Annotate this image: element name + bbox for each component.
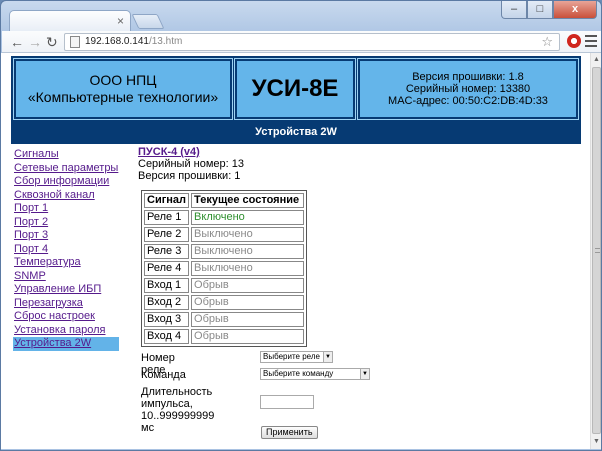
signal-name: Вход 1 — [144, 278, 190, 293]
signal-state: Обрыв — [191, 312, 305, 327]
column-header-state: Текущее состояние — [191, 193, 305, 208]
sidebar-nav: Сигналы Сетевые параметры Сбор информации С… — [13, 148, 119, 351]
new-tab-button[interactable] — [131, 14, 165, 29]
signal-state: Обрыв — [191, 329, 305, 344]
serial-number: Серийный номер: 13380 — [405, 83, 531, 95]
table-row: Вход 1 Обрыв — [144, 278, 305, 293]
device-title-link[interactable]: ПУСК-4 (v4) — [138, 146, 244, 158]
pulse-duration-label: Длительность импульса, 10..999999999 мс — [141, 386, 215, 434]
command-label: Команда — [141, 369, 186, 381]
bookmark-star-icon[interactable]: ☆ — [541, 34, 553, 50]
signals-table: Сигнал Текущее состояние Реле 1 Включено Р… — [141, 190, 308, 347]
forward-arrow-icon[interactable]: → — [28, 33, 42, 51]
sidebar-item[interactable]: SNMP — [13, 270, 119, 284]
sidebar-item[interactable]: Сигналы — [13, 148, 119, 162]
table-row: Реле 2 Выключено — [144, 227, 305, 242]
sidebar-item[interactable]: Сброс настроек — [13, 310, 119, 324]
back-arrow-icon[interactable]: ← — [10, 33, 24, 51]
device-model: УСИ-8Е — [234, 58, 356, 120]
sidebar-item[interactable]: Сквозной канал — [13, 189, 119, 203]
sidebar-item[interactable]: Сетевые параметры — [13, 162, 119, 176]
sidebar-item[interactable]: Температура — [13, 256, 119, 270]
signal-name: Реле 2 — [144, 227, 190, 242]
url-text: 192.168.0.141/13.htm — [85, 36, 183, 47]
chevron-down-icon: ▼ — [323, 352, 332, 362]
pulse-duration-input[interactable] — [260, 395, 314, 409]
command-select[interactable]: Выберите команду ▼ — [260, 368, 370, 380]
signal-name: Реле 3 — [144, 244, 190, 259]
company-cell: ООО НПЦ «Компьютерные технологии» — [13, 58, 233, 120]
sidebar-item[interactable]: Перезагрузка — [13, 297, 119, 311]
signal-state: Выключено — [191, 227, 305, 242]
apply-button[interactable]: Применить — [261, 426, 318, 439]
signal-name: Вход 2 — [144, 295, 190, 310]
section-title: Устройства 2W — [255, 126, 337, 138]
signal-state: Выключено — [191, 261, 305, 276]
reload-icon[interactable]: ↻ — [46, 33, 58, 51]
signal-name: Вход 3 — [144, 312, 190, 327]
address-bar[interactable]: 192.168.0.141/13.htm ☆ — [64, 33, 560, 51]
table-row: Вход 3 Обрыв — [144, 312, 305, 327]
mac-address: MAC-адрес: 00:50:C2:DB:4D:33 — [388, 95, 548, 107]
extension-icon[interactable] — [567, 34, 581, 48]
signal-name: Реле 1 — [144, 210, 190, 225]
device-firmware: Версия прошивки: 1 — [138, 170, 241, 182]
firmware-version: Версия прошивки: 1.8 — [412, 71, 524, 83]
company-line1: ООО НПЦ — [89, 72, 157, 88]
table-row: Вход 4 Обрыв — [144, 329, 305, 344]
device-info-cell: Версия прошивки: 1.8 Серийный номер: 133… — [357, 58, 579, 120]
table-row: Реле 3 Выключено — [144, 244, 305, 259]
page-icon — [70, 36, 80, 48]
close-button[interactable]: x — [553, 1, 597, 19]
scroll-up-icon[interactable]: ▲ — [592, 55, 601, 64]
table-row: Реле 1 Включено — [144, 210, 305, 225]
window-controls: – □ x — [501, 1, 597, 19]
scroll-down-icon[interactable]: ▼ — [592, 437, 601, 446]
browser-toolbar: ← → ↻ 192.168.0.141/13.htm ☆ — [2, 31, 601, 53]
sidebar-item[interactable]: Сбор информации — [13, 175, 119, 189]
sidebar-item[interactable]: Порт 2 — [13, 216, 119, 230]
sidebar-item[interactable]: Порт 1 — [13, 202, 119, 216]
signal-state: Выключено — [191, 244, 305, 259]
relay-select[interactable]: Выберите реле ▼ — [260, 351, 333, 363]
device-serial: Серийный номер: 13 — [138, 158, 244, 170]
column-header-signal: Сигнал — [144, 193, 190, 208]
page-content: ООО НПЦ «Компьютерные технологии» УСИ-8Е… — [1, 53, 590, 449]
company-line2: «Компьютерные технологии» — [27, 89, 219, 105]
table-row: Реле 4 Выключено — [144, 261, 305, 276]
table-header-row: Сигнал Текущее состояние — [144, 193, 305, 208]
minimize-button[interactable]: – — [501, 1, 527, 19]
scrollbar-thumb[interactable] — [592, 67, 601, 434]
browser-tab[interactable]: × — [9, 10, 131, 31]
chevron-down-icon: ▼ — [360, 369, 369, 379]
signal-state: Включено — [191, 210, 305, 225]
page-header: ООО НПЦ «Компьютерные технологии» УСИ-8Е… — [11, 56, 581, 144]
sidebar-item[interactable]: Управление ИБП — [13, 283, 119, 297]
sidebar-item[interactable]: Устройства 2W — [13, 337, 119, 351]
menu-icon[interactable] — [585, 35, 597, 50]
signal-state: Обрыв — [191, 278, 305, 293]
tab-close-icon[interactable]: × — [117, 13, 124, 29]
signal-name: Вход 4 — [144, 329, 190, 344]
device-info: ПУСК-4 (v4) Серийный номер: 13 Версия пр… — [138, 146, 244, 182]
sidebar-item[interactable]: Порт 3 — [13, 229, 119, 243]
vertical-scrollbar[interactable]: ▲ ▼ — [590, 53, 601, 449]
sidebar-item[interactable]: Установка пароля — [13, 324, 119, 338]
sidebar-item[interactable]: Порт 4 — [13, 243, 119, 257]
signal-state: Обрыв — [191, 295, 305, 310]
maximize-button[interactable]: □ — [527, 1, 553, 19]
table-row: Вход 2 Обрыв — [144, 295, 305, 310]
signal-name: Реле 4 — [144, 261, 190, 276]
